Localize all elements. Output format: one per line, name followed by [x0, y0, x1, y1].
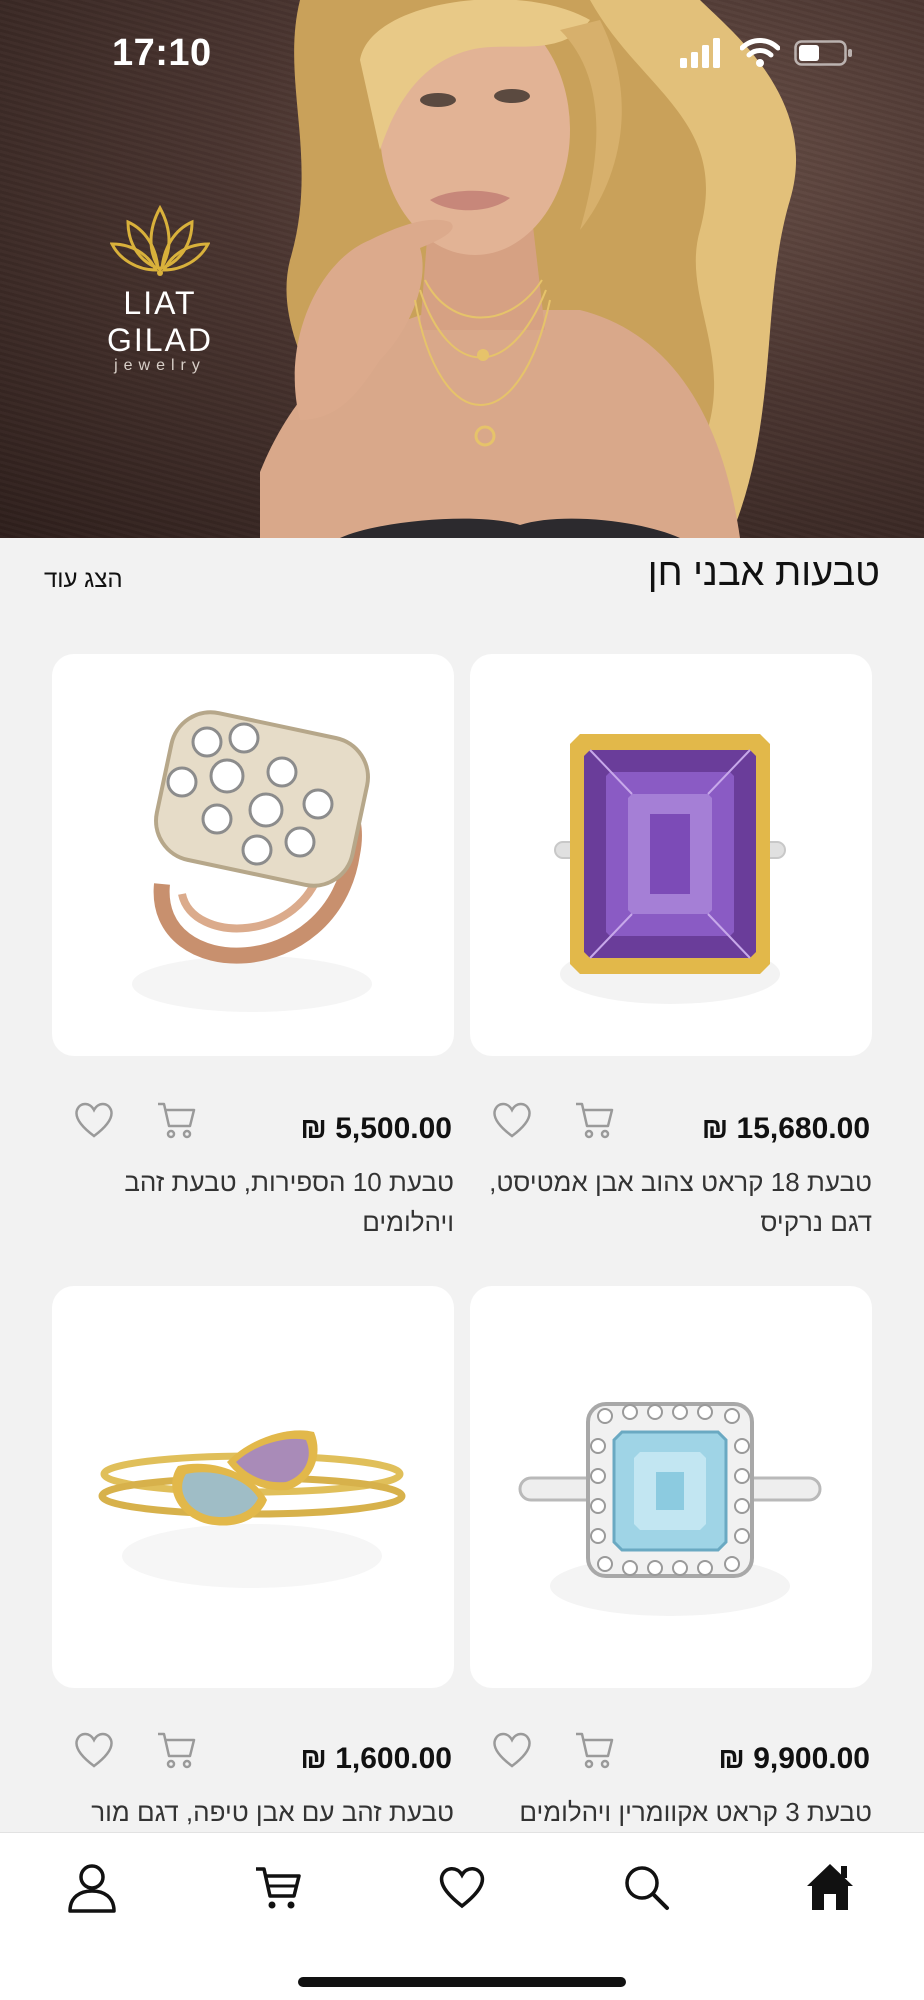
aquamarine-ring-image — [518, 1402, 822, 1616]
add-to-cart-icon[interactable] — [154, 1728, 198, 1772]
show-more-link[interactable]: הצג עוד — [44, 566, 123, 594]
search-icon — [625, 1866, 669, 1910]
status-icons — [680, 38, 854, 68]
brand-logo: LIAT GILAD jewelry — [70, 200, 250, 375]
signal-icon — [680, 38, 720, 68]
brand-tagline: jewelry — [114, 357, 206, 374]
diamond-cluster-ring-image — [132, 710, 372, 1012]
nav-cart[interactable] — [246, 1855, 310, 1919]
product-name[interactable]: טבעת 10 הספירות, טבעת זהב ויהלומים — [52, 1162, 454, 1242]
product-name[interactable]: טבעת 18 קראט צהוב אבן אמטיסט, דגם נרקיס — [470, 1162, 872, 1242]
nav-home[interactable] — [798, 1855, 862, 1919]
battery-icon — [794, 40, 852, 66]
add-to-cart-icon[interactable] — [572, 1098, 616, 1142]
product-image-aquamarine-ring[interactable] — [470, 1286, 872, 1688]
bottom-navigation — [0, 1832, 924, 2000]
status-time: 17:10 — [112, 32, 212, 74]
amethyst-ring-image — [554, 734, 786, 1004]
add-to-cart-icon[interactable] — [154, 1098, 198, 1142]
product-image-diamond-ring[interactable] — [52, 654, 454, 1056]
nav-profile[interactable] — [60, 1855, 124, 1919]
nav-favorites[interactable] — [430, 1855, 494, 1919]
heart-icon — [439, 1867, 485, 1909]
home-icon — [807, 1864, 853, 1910]
brand-name: LIAT GILAD — [106, 285, 214, 358]
home-indicator — [298, 1977, 626, 1987]
product-price: ₪ 1,600.00 — [300, 1742, 452, 1775]
product-price: ₪ 5,500.00 — [300, 1112, 452, 1145]
pear-stone-ring-image — [98, 1430, 406, 1588]
product-name[interactable]: טבעת זהב עם אבן טיפה, דגם מור — [52, 1792, 454, 1832]
hero-banner[interactable]: 17:10 LIAT GILAD jewelry — [0, 0, 924, 538]
product-price: ₪ 15,680.00 — [701, 1112, 870, 1145]
favorite-heart-icon[interactable] — [490, 1098, 534, 1142]
section-title: טבעות אבני חן — [647, 552, 880, 594]
model-photo — [260, 0, 797, 538]
user-icon — [68, 1864, 116, 1913]
add-to-cart-icon[interactable] — [572, 1728, 616, 1772]
favorite-heart-icon[interactable] — [490, 1728, 534, 1772]
favorite-heart-icon[interactable] — [72, 1098, 116, 1142]
product-image-pear-stone-ring[interactable] — [52, 1286, 454, 1688]
cart-icon — [256, 1867, 301, 1909]
product-image-amethyst-ring[interactable] — [470, 654, 872, 1056]
product-name[interactable]: טבעת 3 קראט אקוומרין ויהלומים — [470, 1792, 872, 1832]
product-price: ₪ 9,900.00 — [718, 1742, 870, 1775]
wifi-icon — [740, 38, 780, 67]
favorite-heart-icon[interactable] — [72, 1728, 116, 1772]
nav-search[interactable] — [614, 1855, 678, 1919]
lotus-logo-icon — [109, 204, 211, 276]
